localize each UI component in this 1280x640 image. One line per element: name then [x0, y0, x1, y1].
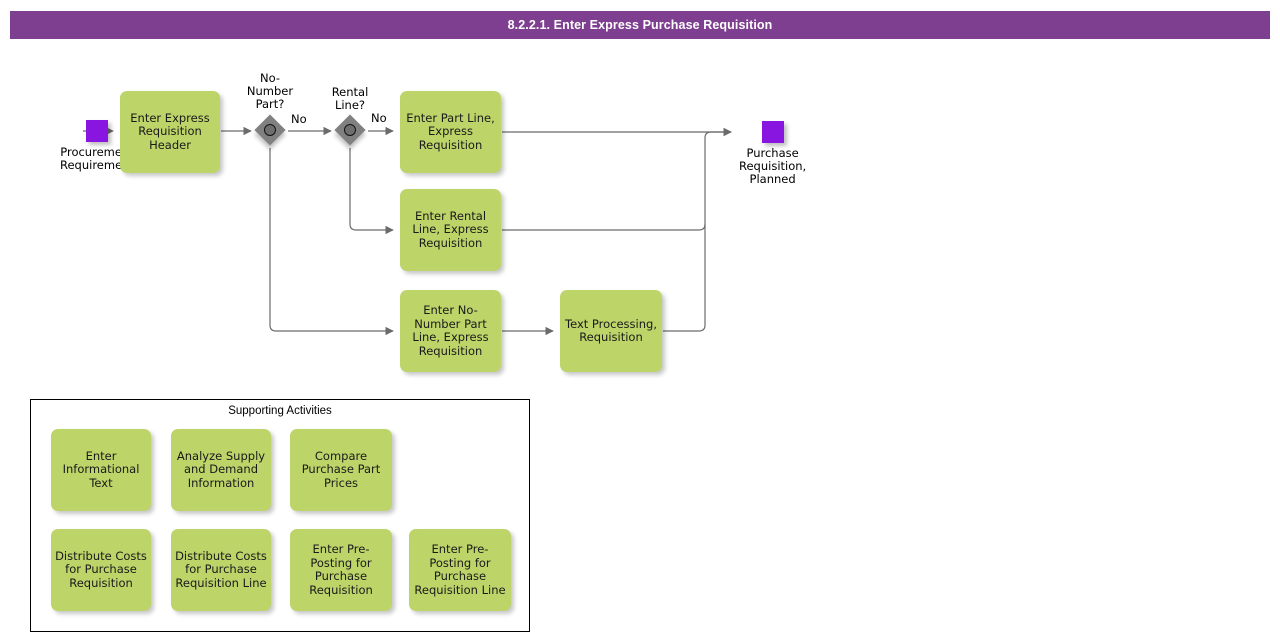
activity-label: Enter Express Requisition Header [130, 110, 210, 153]
activity-label-line2: Purchase Part [301, 462, 381, 477]
supporting-activity-distribute-costs-for-purchase-requisition-line[interactable]: Distribute Costs for Purchase Requisitio… [171, 529, 271, 611]
gateway1-label-line3: Part? [255, 97, 285, 111]
gateway-rental-line[interactable] [334, 114, 369, 149]
activity-label: Distribute Costs for Purchase Requisitio… [55, 548, 147, 591]
activity-label-line2: Express [428, 124, 473, 139]
gateway-inclusive-ring-icon [264, 124, 276, 136]
activity-label-line1: Enter Part Line, [406, 110, 495, 125]
end-event-label-line3: Planned [749, 172, 796, 186]
activity-enter-part-line-express-requisition[interactable]: Enter Part Line, Express Requisition [400, 91, 501, 173]
activity-label-line3: Requisition [418, 235, 483, 250]
gateway-rental-line-label: Rental Line? [320, 86, 380, 112]
activity-label-line3: Header [149, 137, 191, 152]
activity-label-line2: Posting for [310, 555, 372, 570]
activity-label-line3: Information [187, 475, 255, 490]
activity-label-line2: for Purchase [65, 562, 137, 577]
activity-label-line2: Requisition [138, 124, 202, 139]
activity-label: Enter Informational Text [62, 448, 140, 491]
activity-label: Text Processing, Requisition [565, 316, 657, 345]
supporting-activity-compare-purchase-part-prices[interactable]: Compare Purchase Part Prices [290, 429, 392, 511]
activity-label-line3: Text [89, 475, 113, 490]
flow-label-no-2: No [371, 111, 387, 125]
activity-enter-rental-line-express-requisition[interactable]: Enter Rental Line, Express Requisition [400, 189, 501, 271]
activity-label-line1: Enter Rental [414, 208, 487, 223]
activity-label: Enter No- Number Part Line, Express Requ… [412, 303, 489, 358]
activity-label-line2: Posting for [429, 555, 491, 570]
activity-label: Enter Pre- Posting for Purchase Requisit… [309, 542, 373, 597]
end-event-label: Purchase Requisition, Planned [739, 147, 806, 186]
activity-label-line1: Distribute Costs [175, 548, 267, 563]
flow-gateway2-to-rental-line [349, 148, 394, 235]
flow-gateway1-to-no-number-line [269, 148, 394, 336]
activity-label-line3: Purchase [314, 569, 368, 583]
activity-enter-no-number-part-line-express-requisition[interactable]: Enter No- Number Part Line, Express Requ… [400, 290, 501, 372]
activity-label-line4: Requisition [309, 582, 373, 597]
activity-label: Compare Purchase Part Prices [301, 448, 381, 491]
end-event-purchase-requisition-planned[interactable]: Purchase Requisition, Planned [739, 121, 806, 186]
supporting-activity-analyze-supply-and-demand-information[interactable]: Analyze Supply and Demand Information [171, 429, 271, 511]
supporting-activities-title: Supporting Activities [228, 405, 332, 417]
activity-label-line1: Enter Pre- [312, 542, 370, 556]
activity-label: Enter Part Line, Express Requisition [406, 110, 495, 153]
gateway-no-number-part[interactable] [254, 114, 289, 149]
activity-label-line2: Informational [62, 462, 140, 477]
activity-label: Enter Rental Line, Express Requisition [412, 208, 489, 251]
activity-enter-express-requisition-header[interactable]: Enter Express Requisition Header [120, 91, 220, 173]
activity-label-line1: Enter Pre- [431, 542, 489, 556]
activity-label-line3: Purchase [433, 569, 487, 583]
activity-label-line1: Analyze Supply [176, 448, 266, 463]
activity-label: Distribute Costs for Purchase Requisitio… [175, 548, 267, 591]
activity-label: Analyze Supply and Demand Information [176, 448, 266, 491]
activity-label: Enter Pre- Posting for Purchase Requisit… [414, 542, 506, 597]
activity-label-line2: for Purchase [185, 562, 257, 577]
activity-text-processing-requisition[interactable]: Text Processing, Requisition [560, 290, 662, 372]
end-event-marker [761, 121, 784, 143]
activity-label-line3: Line, Express [412, 330, 489, 344]
supporting-activity-enter-informational-text[interactable]: Enter Informational Text [51, 429, 151, 511]
activity-label-line2: Line, Express [412, 222, 489, 237]
flow-text-processing-to-end [663, 127, 732, 332]
supporting-activity-enter-pre-posting-for-purchase-requisition-line[interactable]: Enter Pre- Posting for Purchase Requisit… [409, 529, 511, 611]
supporting-activity-enter-pre-posting-for-purchase-requisition[interactable]: Enter Pre- Posting for Purchase Requisit… [290, 529, 392, 611]
supporting-activity-distribute-costs-for-purchase-requisition[interactable]: Distribute Costs for Purchase Requisitio… [51, 529, 151, 611]
activity-label-line1: Text Processing, [565, 316, 657, 331]
flow-label-no-1: No [291, 112, 307, 126]
activity-label-line1: Enter [85, 448, 117, 463]
flow-rental-line-to-merge [502, 223, 706, 231]
start-event-marker [85, 120, 108, 142]
activity-label-line3: Requisition Line [175, 575, 267, 590]
activity-label-line4: Requisition Line [414, 582, 506, 597]
activity-label-line1: Compare [314, 448, 368, 463]
activity-label-line3: Requisition [418, 137, 483, 152]
activity-label-line3: Prices [323, 475, 359, 490]
activity-label-line1: Enter Express [130, 110, 210, 125]
activity-label-line2: Number Part [414, 316, 487, 331]
gateway-no-number-part-label: No- Number Part? [240, 72, 300, 111]
activity-label-line1: Distribute Costs [55, 548, 147, 563]
activity-label-line2: and Demand [183, 462, 259, 477]
activity-label-line4: Requisition [418, 343, 483, 358]
activity-label-line2: Requisition [579, 330, 643, 344]
activity-label-line3: Requisition [69, 575, 133, 590]
gateway-inclusive-ring-icon [344, 124, 356, 136]
activity-label-line1: Enter No- [423, 303, 478, 317]
